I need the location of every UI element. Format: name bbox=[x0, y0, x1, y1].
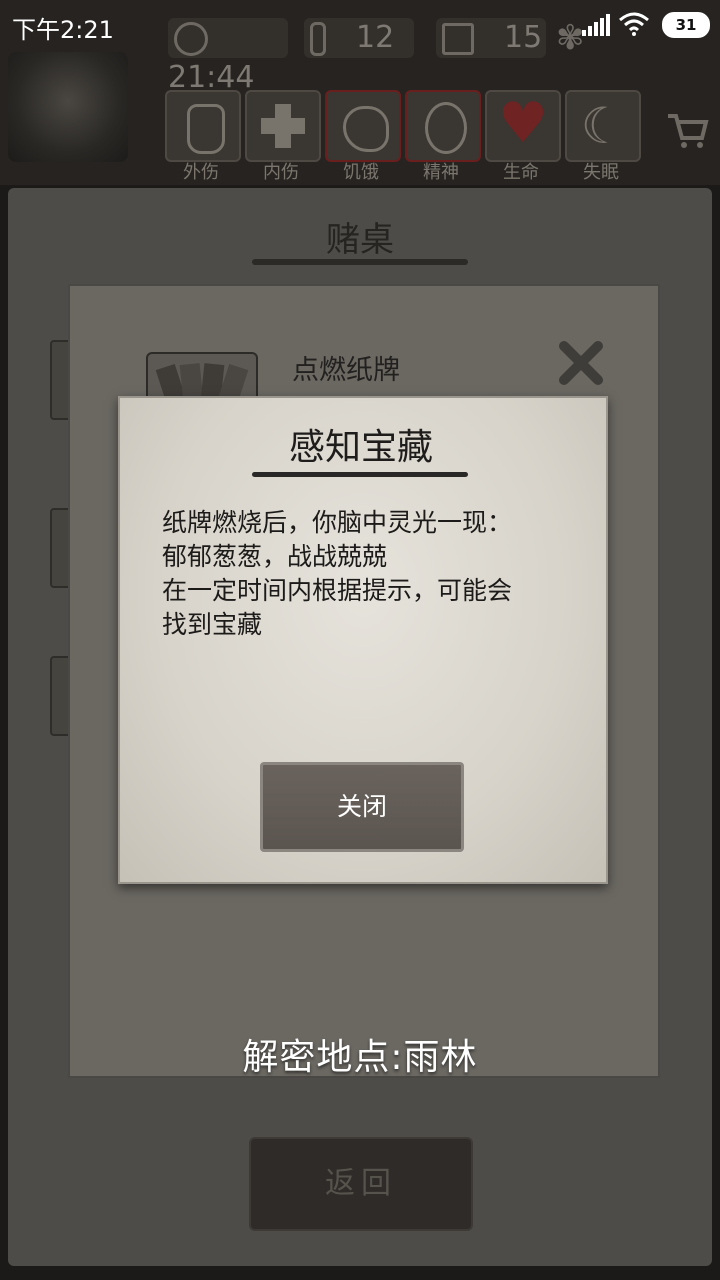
character-avatar[interactable] bbox=[8, 52, 128, 162]
hud-button-wound[interactable] bbox=[165, 90, 241, 162]
dialog-title-divider bbox=[252, 472, 468, 477]
hud-label-health: 生命 bbox=[503, 162, 539, 183]
heart-icon: ♥ bbox=[497, 91, 549, 156]
close-button[interactable]: 关闭 bbox=[260, 762, 464, 852]
dialog-message-line: 在一定时间内根据提示，可能会 bbox=[162, 576, 513, 605]
dialog-message: 纸牌燃烧后，你脑中灵光一现： 郁郁葱葱，战战兢兢 在一定时间内根据提示，可能会 … bbox=[162, 506, 582, 642]
shop-cart-icon[interactable] bbox=[666, 110, 710, 150]
hud-button-internal[interactable] bbox=[245, 90, 321, 162]
status-bar: 下午2:21 31 bbox=[0, 0, 720, 52]
head-icon bbox=[425, 102, 467, 154]
dialog-message-line: 郁郁葱葱，战战兢兢 bbox=[162, 542, 388, 571]
dialog-message-line: 找到宝藏 bbox=[162, 610, 263, 639]
dialog-title: 感知宝藏 bbox=[288, 427, 433, 468]
hud-label-wound: 外伤 bbox=[183, 162, 219, 183]
moon-icon: ☾ bbox=[580, 97, 626, 155]
dialog-message-line: 纸牌燃烧后，你脑中灵光一现： bbox=[162, 508, 513, 537]
hud-label-spirit: 精神 bbox=[423, 162, 459, 183]
status-time: 下午2:21 bbox=[12, 16, 114, 44]
board-title-divider bbox=[252, 259, 468, 265]
stomach-icon bbox=[343, 106, 389, 152]
back-button[interactable]: 返回 bbox=[249, 1137, 473, 1231]
item-name: 点燃纸牌 bbox=[292, 355, 400, 386]
hud-label-internal: 内伤 bbox=[263, 162, 299, 183]
hand-icon bbox=[187, 104, 225, 154]
wifi-icon bbox=[618, 12, 650, 42]
battery-icon: 31 bbox=[662, 12, 710, 38]
hud-label-insomnia: 失眠 bbox=[583, 162, 619, 183]
close-icon[interactable] bbox=[556, 338, 606, 388]
hud-button-health[interactable]: ♥ bbox=[485, 90, 561, 162]
signal-icon bbox=[582, 14, 610, 42]
hud-button-hunger[interactable] bbox=[325, 90, 401, 162]
unlock-location-text: 解密地点:雨林 bbox=[242, 1037, 478, 1078]
hud-button-insomnia[interactable]: ☾ bbox=[565, 90, 641, 162]
hud-button-spirit[interactable] bbox=[405, 90, 481, 162]
hud-label-hunger: 饥饿 bbox=[343, 162, 379, 183]
board-title: 赌桌 bbox=[326, 220, 394, 260]
